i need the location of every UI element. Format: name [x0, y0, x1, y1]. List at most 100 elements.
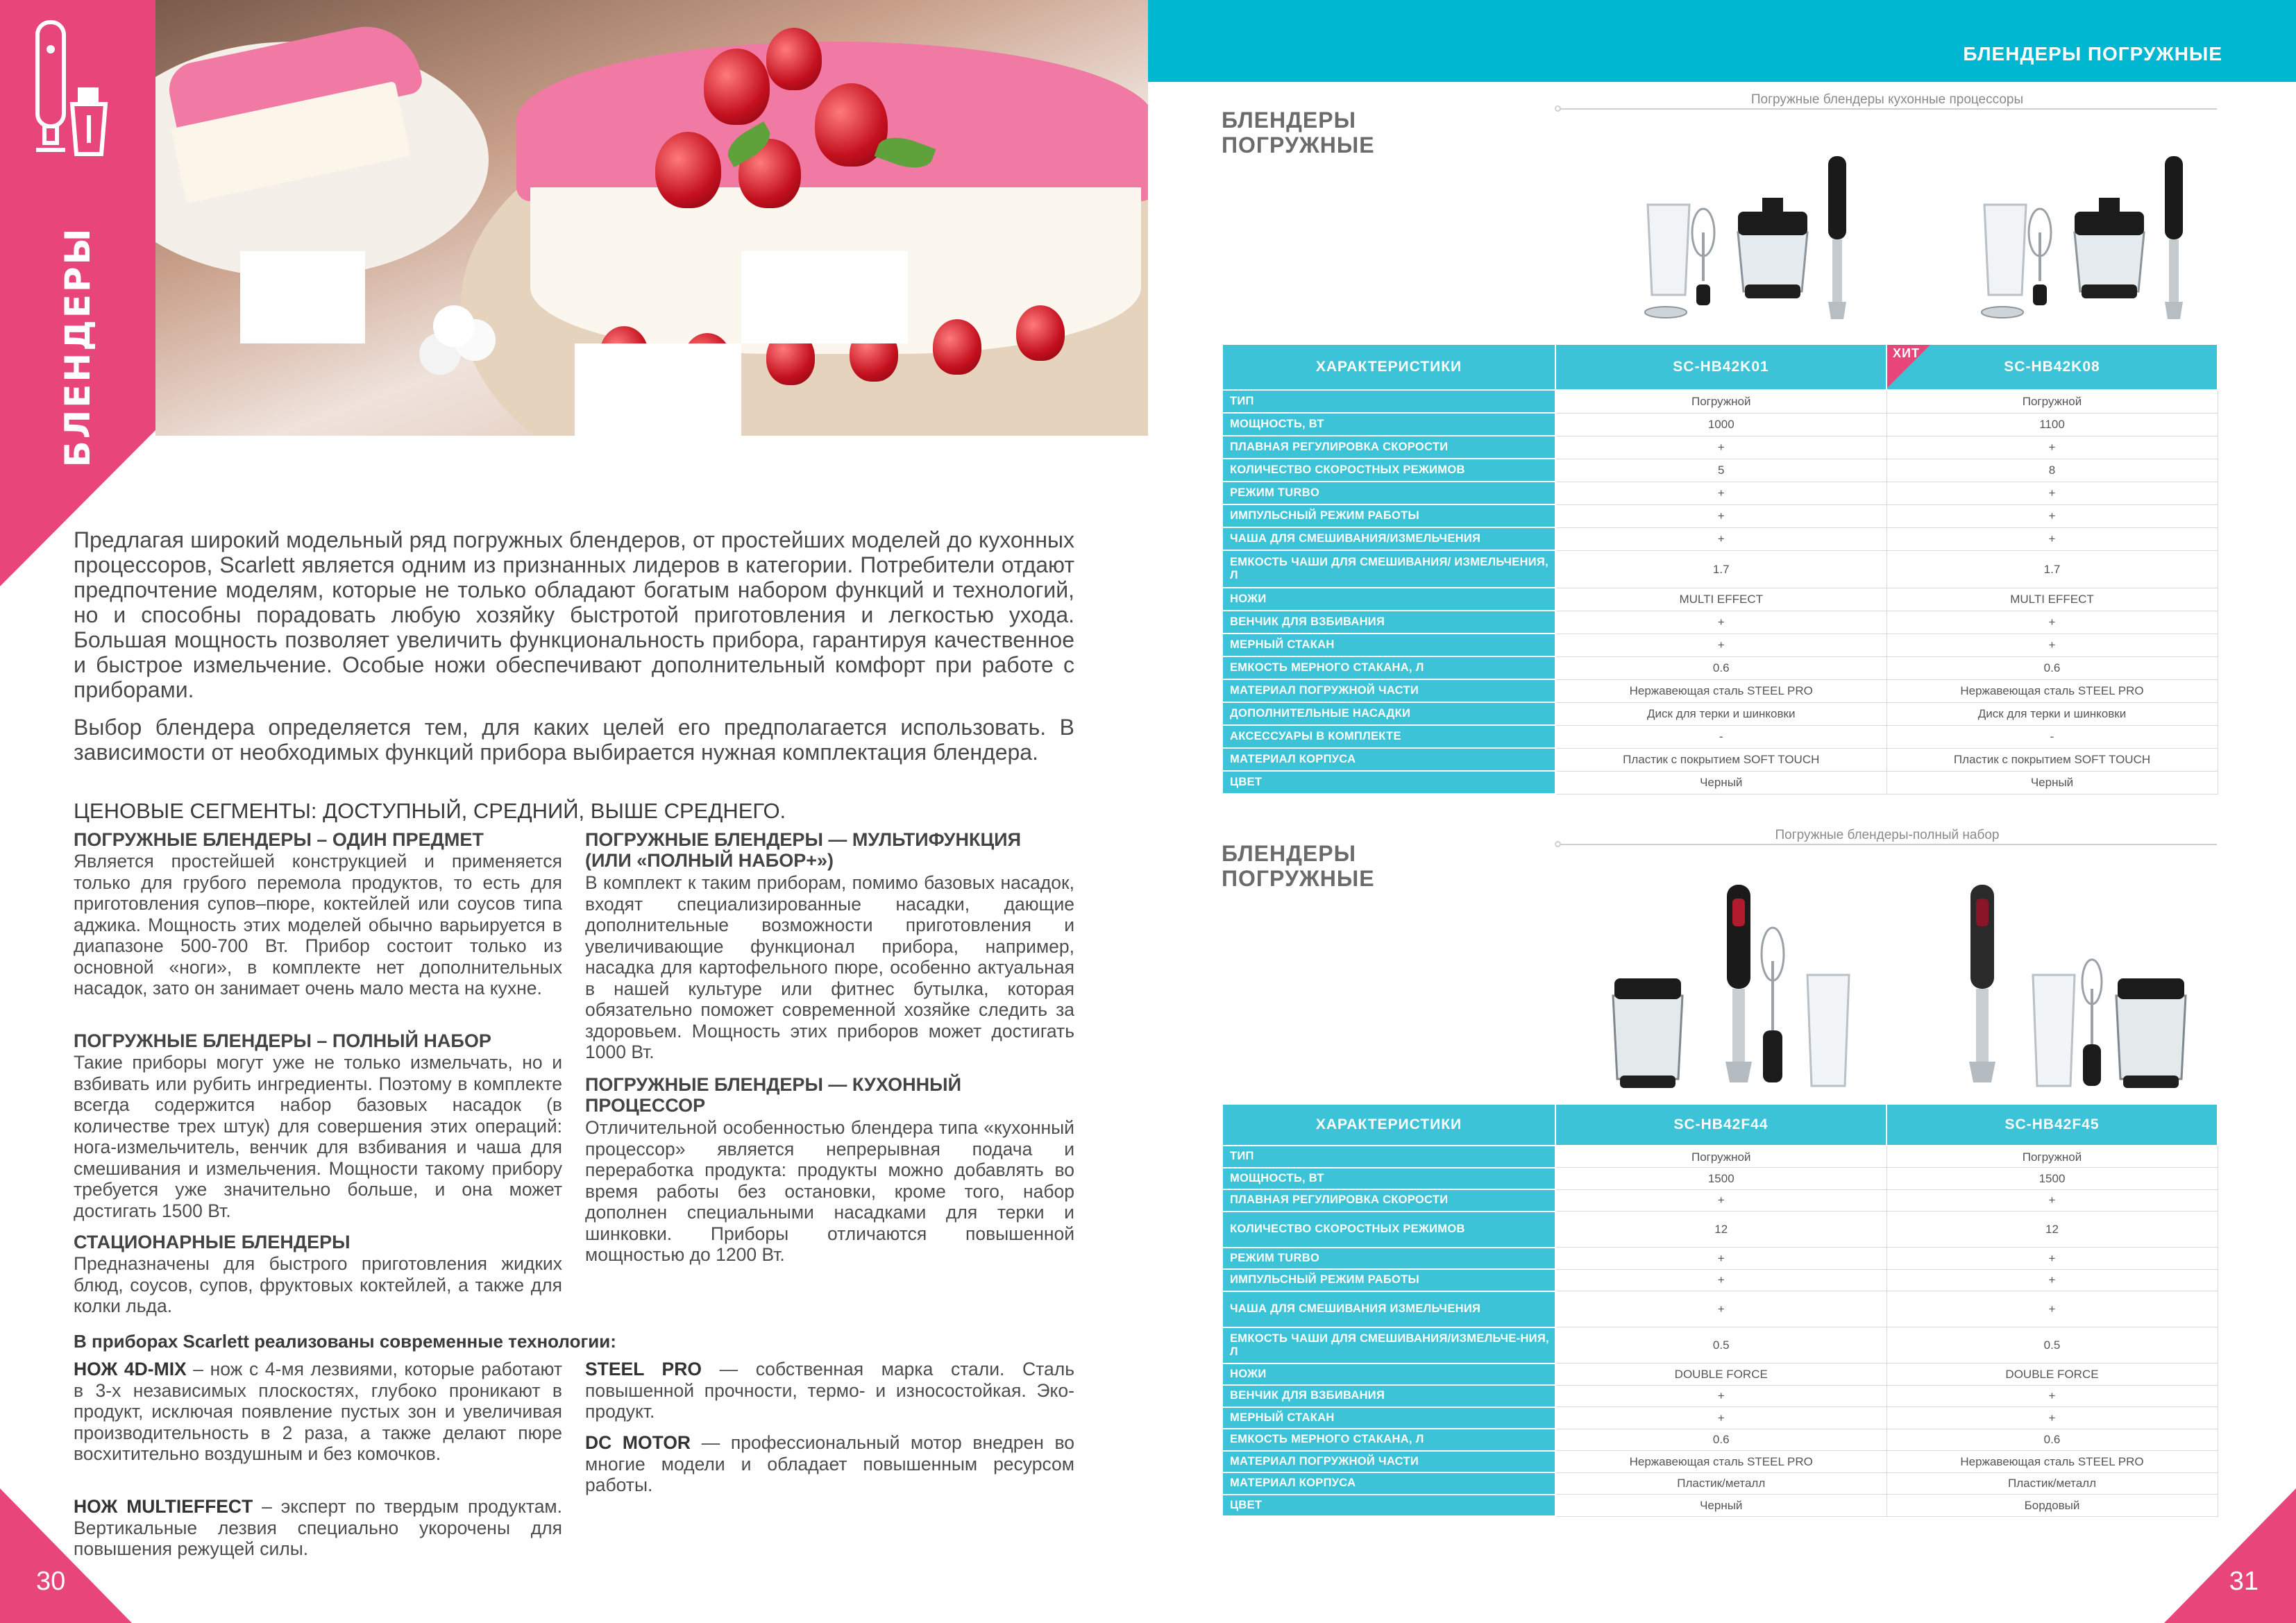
spec-value: MULTI EFFECT	[1555, 587, 1887, 611]
spec-value: +	[1555, 1291, 1887, 1327]
spec-label: МОЩНОСТЬ, ВТ	[1222, 1166, 1556, 1190]
spec-value: Погружной	[1886, 1145, 2218, 1168]
left-page: БЛЕНДЕРЫ Предлагая широкий модельный ряд…	[0, 0, 1148, 1623]
intro-paragraph: Выбор блендера определяется тем, для как…	[74, 715, 1074, 765]
spec-value: MULTI EFFECT	[1886, 587, 2218, 611]
category-label: Погружные блендеры кухонные процессоры	[1750, 92, 2024, 107]
spec-value: Нержавеющая сталь STEEL PRO	[1886, 679, 2218, 703]
spec-value: +	[1886, 504, 2218, 528]
spec-value: Пластик/металл	[1555, 1472, 1887, 1495]
table-row: ЕМКОСТЬ МЕРНОГО СТАКАНА, Л 0.6 0.6	[1222, 656, 2218, 680]
table-row: ЦВЕТ Черный Черный	[1222, 770, 2218, 794]
spec-label: МЕРНЫЙ СТАКАН	[1222, 1406, 1556, 1429]
table-row: ТИП Погружной Погружной	[1222, 389, 2218, 414]
segment-heading: СТАЦИОНАРНЫЕ БЛЕНДЕРЫ	[74, 1232, 351, 1252]
white-block	[575, 343, 741, 436]
spec-value: Бордовый	[1886, 1494, 2218, 1517]
spec-label: ВЕНЧИК ДЛЯ ВЗБИВАНИЯ	[1222, 1384, 1556, 1408]
spec-value: +	[1555, 527, 1887, 551]
strawberry	[933, 319, 981, 375]
spec-label: ЧАША ДЛЯ СМЕШИВАНИЯ ИЗМЕЛЬЧЕНИЯ	[1222, 1290, 1556, 1328]
model-name: SC-HB42K08	[2004, 359, 2100, 375]
spec-value: +	[1886, 481, 2218, 505]
segment-text: Предназначены для быстрого приготовления…	[74, 1253, 562, 1316]
spec-value: 12	[1886, 1211, 2218, 1248]
spec-value: 1.7	[1555, 550, 1887, 588]
technology-name: НОЖ MULTIEFFECT	[74, 1496, 253, 1517]
spec-value: Нержавеющая сталь STEEL PRO	[1555, 679, 1887, 703]
spec-label: РЕЖИМ TURBO	[1222, 481, 1556, 505]
hit-badge-label: ХИТ	[1893, 346, 1920, 360]
spec-label: ЕМКОСТЬ МЕРНОГО СТАКАНА, Л	[1222, 1428, 1556, 1452]
model-header: SC-HB42F45	[1886, 1103, 2218, 1146]
segment-text: Является простейшей конструкцией и приме…	[74, 851, 562, 999]
white-block	[240, 251, 365, 343]
spec-value: Погружной	[1555, 389, 1887, 414]
header-bar: БЛЕНДЕРЫ ПОГРУЖНЫЕ	[1148, 0, 2296, 82]
specs-table: ХАРАКТЕРИСТИКИ SC-HB42F44 SC-HB42F45 ТИП…	[1222, 1103, 2218, 1517]
spec-value: Пластик с покрытием SOFT TOUCH	[1555, 747, 1887, 772]
segment-text: Такие приборы могут уже не только измель…	[74, 1052, 562, 1221]
spec-value: +	[1886, 1247, 2218, 1270]
technology-item: НОЖ MULTIEFFECT – эксперт по твердым про…	[74, 1496, 562, 1560]
spec-value: 1.7	[1886, 550, 2218, 588]
spec-value: +	[1886, 1189, 2218, 1212]
table-header-row: ХАРАКТЕРИСТИКИ SC-HB42F44 SC-HB42F45	[1222, 1103, 2218, 1146]
spec-value: +	[1555, 1189, 1887, 1212]
table-row: ДОПОЛНИТЕЛЬНЫЕ НАСАДКИ Диск для терки и ш…	[1222, 702, 2218, 726]
table-row: РЕЖИМ TURBO + +	[1222, 1246, 2218, 1270]
model-header: ХИТ SC-HB42K08	[1886, 343, 2218, 391]
block-title-line: ПОГРУЖНЫЕ	[1222, 133, 1375, 158]
model-header: SC-HB42K01	[1555, 343, 1887, 391]
spec-label: ДОПОЛНИТЕЛЬНЫЕ НАСАДКИ	[1222, 702, 1556, 726]
spec-value: Диск для терки и шинковки	[1886, 702, 2218, 726]
table-row: ЦВЕТ Черный Бордовый	[1222, 1493, 2218, 1517]
spec-label: ПЛАВНАЯ РЕГУЛИРОВКА СКОРОСТИ	[1222, 1189, 1556, 1212]
spec-value: 1500	[1555, 1167, 1887, 1190]
spec-label: ИМПУЛЬСНЫЙ РЕЖИМ РАБОТЫ	[1222, 1268, 1556, 1292]
spec-value: Черный	[1555, 770, 1887, 794]
spec-value: 0.6	[1886, 656, 2218, 680]
spec-value: 1100	[1886, 412, 2218, 436]
product-image-kitchen-processor	[1644, 156, 1846, 319]
segment-heading: ПОГРУЖНЫЕ БЛЕНДЕРЫ – ПОЛНЫЙ НАБОР	[74, 1030, 491, 1051]
table-row: МОЩНОСТЬ, ВТ 1500 1500	[1222, 1166, 2218, 1190]
table-row: ТИП Погружной Погружной	[1222, 1145, 2218, 1169]
spec-label: ЕМКОСТЬ ЧАШИ ДЛЯ СМЕШИВАНИЯ/ ИЗМЕЛЬЧЕНИЯ…	[1222, 550, 1556, 588]
specs-table-body: ТИП Погружной Погружной МОЩНОСТЬ, ВТ 1000 110…	[1222, 389, 2218, 794]
table-row: РЕЖИМ TURBO + +	[1222, 481, 2218, 505]
spec-label: МАТЕРИАЛ КОРПУСА	[1222, 747, 1556, 772]
spec-label: ВЕНЧИК ДЛЯ ВЗБИВАНИЯ	[1222, 610, 1556, 634]
table-row: МАТЕРИАЛ КОРПУСА Пластик/металл Пластик/ме…	[1222, 1472, 2218, 1495]
spec-value: +	[1886, 1291, 2218, 1327]
segment-heading: ПОГРУЖНЫЕ БЛЕНДЕРЫ – ОДИН ПРЕДМЕТ	[74, 829, 484, 850]
spec-label: ЕМКОСТЬ МЕРНОГО СТАКАНА, Л	[1222, 656, 1556, 680]
spec-value: +	[1555, 504, 1887, 528]
blender-logo-icon	[35, 20, 108, 156]
technology-item: STEEL PRO — собственная марка стали. Ста…	[585, 1359, 1074, 1422]
category-divider	[1555, 841, 2217, 847]
white-block	[741, 251, 908, 343]
spec-label: ТИП	[1222, 389, 1556, 414]
table-row: НОЖИ MULTI EFFECT MULTI EFFECT	[1222, 587, 2218, 611]
spec-label: НОЖИ	[1222, 587, 1556, 611]
spec-label: МОЩНОСТЬ, ВТ	[1222, 412, 1556, 436]
spec-value: +	[1555, 1384, 1887, 1407]
segments-heading: ЦЕНОВЫЕ СЕГМЕНТЫ: ДОСТУПНЫЙ, СРЕДНИЙ, ВЫ…	[74, 799, 786, 823]
segment-heading: ПОГРУЖНЫЕ БЛЕНДЕРЫ — МУЛЬТИФУНКЦИЯ (ИЛИ …	[585, 829, 1021, 871]
spec-value: +	[1886, 610, 2218, 634]
spec-value: +	[1555, 1407, 1887, 1429]
spec-value: Пластик с покрытием SOFT TOUCH	[1886, 747, 2218, 772]
segment-text: Отличительной особенностью блендера типа…	[585, 1117, 1074, 1265]
page-number: 30	[36, 1567, 66, 1596]
spec-value: +	[1886, 1384, 2218, 1407]
spec-value: 8	[1886, 458, 2218, 482]
product-image-full-set	[1969, 885, 2187, 1088]
spec-value: +	[1555, 633, 1887, 657]
spec-value: +	[1555, 435, 1887, 459]
spec-label: ЦВЕТ	[1222, 770, 1556, 794]
spec-label: ПЛАВНАЯ РЕГУЛИРОВКА СКОРОСТИ	[1222, 435, 1556, 459]
spec-value: 0.6	[1886, 1428, 2218, 1451]
table-row: НОЖИ DOUBLE FORCE DOUBLE FORCE	[1222, 1362, 2218, 1386]
right-page: БЛЕНДЕРЫ ПОГРУЖНЫЕ БЛЕНДЕРЫ ПОГРУЖНЫЕ По…	[1148, 0, 2296, 1623]
